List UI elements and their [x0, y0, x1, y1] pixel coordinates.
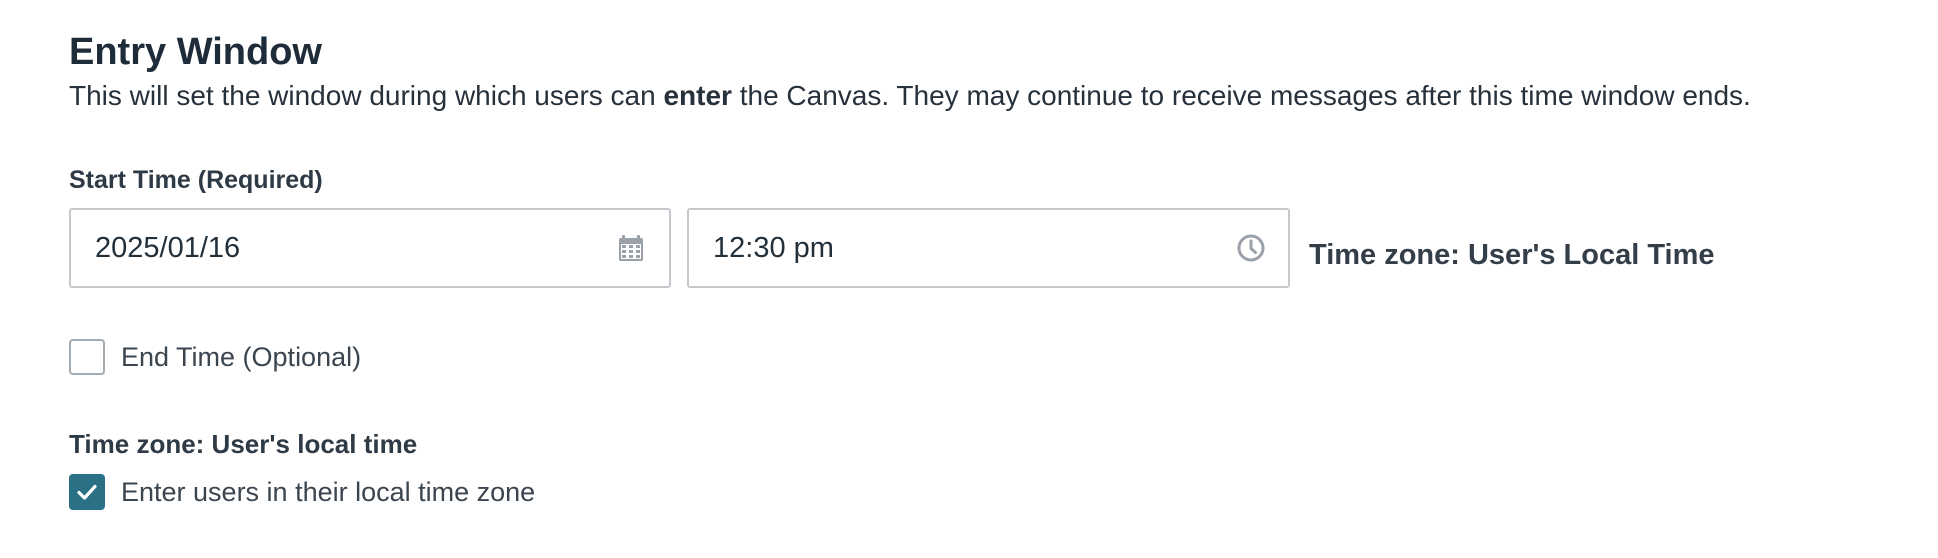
end-time-checkbox[interactable] [69, 339, 105, 375]
checkmark-icon [77, 484, 97, 500]
description-emphasis: enter [663, 80, 732, 111]
local-timezone-checkbox-label[interactable]: Enter users in their local time zone [121, 473, 535, 511]
start-time-label: Start Time (Required) [69, 166, 323, 194]
start-date-value[interactable]: 2025/01/16 [95, 210, 240, 286]
timezone-section-label: Time zone: User's local time [69, 429, 418, 459]
calendar-icon[interactable] [616, 233, 646, 263]
description-text-end: the Canvas. They may continue to receive… [731, 80, 1751, 111]
section-description: This will set the window during which us… [69, 76, 1751, 116]
start-time-input[interactable]: 12:30 pm [687, 208, 1290, 288]
clock-icon[interactable] [1236, 233, 1266, 263]
start-time-value[interactable]: 12:30 pm [713, 210, 834, 286]
start-date-input[interactable]: 2025/01/16 [69, 208, 671, 288]
end-time-checkbox-label[interactable]: End Time (Optional) [121, 338, 361, 376]
local-timezone-checkbox[interactable] [69, 474, 105, 510]
section-title: Entry Window [69, 31, 322, 73]
description-text-start: This will set the window during which us… [69, 80, 664, 111]
timezone-note: Time zone: User's Local Time [1309, 239, 1715, 271]
